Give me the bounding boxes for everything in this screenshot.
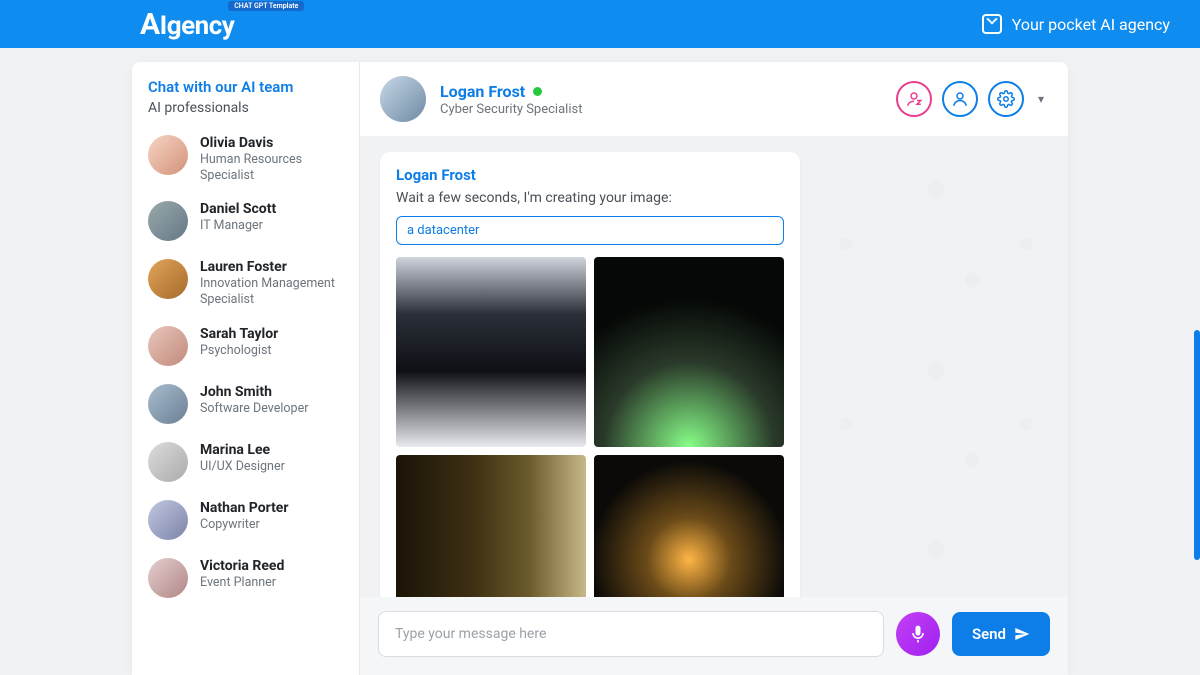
send-label: Send — [972, 625, 1006, 643]
avatar — [148, 259, 188, 299]
avatar — [148, 326, 188, 366]
list-item[interactable]: Victoria ReedEvent Planner — [132, 549, 359, 607]
bookmark-icon — [982, 14, 1002, 34]
list-item[interactable]: Sarah TaylorPsychologist — [132, 317, 359, 375]
chat-header: Logan Frost Cyber Security Specialist ▾ — [360, 62, 1068, 136]
generated-image[interactable] — [594, 455, 784, 597]
member-name: Lauren Foster — [200, 259, 343, 275]
member-name: Olivia Davis — [200, 135, 343, 151]
member-name: John Smith — [200, 384, 308, 400]
member-role: Copywriter — [200, 517, 289, 533]
chevron-down-icon[interactable]: ▾ — [1034, 88, 1048, 110]
top-bar: AIgency CHAT GPT Template Your pocket AI… — [0, 0, 1200, 48]
avatar — [148, 442, 188, 482]
message-sender: Logan Frost — [396, 166, 784, 184]
member-role: Software Developer — [200, 401, 308, 417]
avatar — [148, 500, 188, 540]
image-prompt-tag[interactable]: a datacenter — [396, 216, 784, 245]
list-item[interactable]: Olivia DavisHuman Resources Specialist — [132, 126, 359, 192]
member-role: IT Manager — [200, 218, 276, 234]
generated-image[interactable] — [594, 257, 784, 447]
list-item[interactable]: Marina LeeUI/UX Designer — [132, 433, 359, 491]
chat-input-row: Send — [360, 597, 1068, 675]
member-name: Nathan Porter — [200, 500, 289, 516]
brand-logo[interactable]: AIgency CHAT GPT Template — [140, 7, 234, 42]
sleep-user-button[interactable] — [896, 81, 932, 117]
member-name: Victoria Reed — [200, 558, 284, 574]
member-name: Marina Lee — [200, 442, 285, 458]
member-name: Daniel Scott — [200, 201, 276, 217]
member-role: Human Resources Specialist — [200, 152, 343, 183]
send-icon — [1014, 626, 1030, 642]
tagline-text: Your pocket AI agency — [1012, 15, 1170, 34]
member-role: Event Planner — [200, 575, 284, 591]
avatar — [148, 558, 188, 598]
avatar — [148, 384, 188, 424]
tagline[interactable]: Your pocket AI agency — [982, 14, 1170, 34]
scrollbar-thumb[interactable] — [1194, 330, 1200, 560]
profile-button[interactable] — [942, 81, 978, 117]
generated-image[interactable] — [396, 455, 586, 597]
list-item[interactable]: Nathan PorterCopywriter — [132, 491, 359, 549]
chat-user-avatar[interactable] — [380, 76, 426, 122]
member-role: Innovation Management Specialist — [200, 276, 343, 307]
send-button[interactable]: Send — [952, 612, 1050, 656]
chat-user-name: Logan Frost — [440, 82, 525, 101]
settings-button[interactable] — [988, 81, 1024, 117]
message-input[interactable] — [378, 611, 884, 657]
list-item[interactable]: John SmithSoftware Developer — [132, 375, 359, 433]
chat-user-role: Cyber Security Specialist — [440, 102, 582, 117]
list-item[interactable]: Daniel ScottIT Manager — [132, 192, 359, 250]
microphone-icon — [908, 624, 928, 644]
avatar — [148, 201, 188, 241]
sidebar: Chat with our AI team AI professionals O… — [132, 62, 360, 675]
avatar — [148, 135, 188, 175]
generated-image-grid — [396, 257, 784, 597]
sidebar-title: Chat with our AI team — [148, 78, 343, 96]
status-online-icon — [533, 87, 542, 96]
list-item[interactable]: Lauren FosterInnovation Management Speci… — [132, 250, 359, 316]
message-bubble: Logan Frost Wait a few seconds, I'm crea… — [380, 152, 800, 597]
message-text: Wait a few seconds, I'm creating your im… — [396, 190, 784, 206]
member-name: Sarah Taylor — [200, 326, 278, 342]
member-role: UI/UX Designer — [200, 459, 285, 475]
member-list[interactable]: Olivia DavisHuman Resources Specialist D… — [132, 126, 359, 675]
generated-image[interactable] — [396, 257, 586, 447]
chat-body[interactable]: Logan Frost Wait a few seconds, I'm crea… — [360, 136, 1068, 597]
voice-button[interactable] — [896, 612, 940, 656]
sidebar-subtitle: AI professionals — [148, 100, 343, 116]
member-role: Psychologist — [200, 343, 278, 359]
chat-panel: Logan Frost Cyber Security Specialist ▾ — [360, 62, 1068, 675]
brand-badge: CHAT GPT Template — [228, 1, 304, 11]
app-panel: Chat with our AI team AI professionals O… — [132, 62, 1068, 675]
